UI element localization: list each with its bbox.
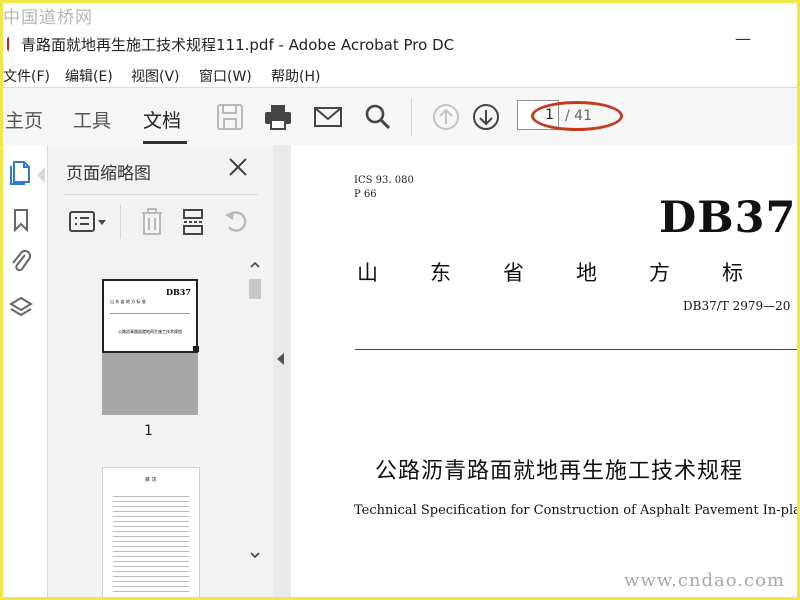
document-page: ICS 93. 080 P 66 DB37 山东省地方标 DB37/T 2979… bbox=[291, 145, 797, 597]
thumbnail-page-1-top: DB37 山 东 省 地 方 标 准 公路沥青路面就地再生施工技术规程 bbox=[102, 279, 198, 353]
window-title: 青路面就地再生施工技术规程111.pdf - Adobe Acrobat Pro… bbox=[21, 36, 455, 54]
thumb-std: 山 东 省 地 方 标 准 bbox=[110, 299, 146, 304]
title-bar: 青路面就地再生施工技术规程111.pdf - Adobe Acrobat Pro… bbox=[3, 29, 797, 59]
menu-edit[interactable]: 编辑(E) bbox=[65, 66, 113, 86]
minimize-button[interactable]: — bbox=[735, 29, 751, 48]
thumbnail-page-1[interactable]: DB37 山 东 省 地 方 标 准 公路沥青路面就地再生施工技术规程 bbox=[102, 279, 199, 415]
doc-rule bbox=[355, 349, 797, 350]
thumb2-toc-lines bbox=[113, 492, 189, 592]
pdf-icon bbox=[7, 37, 15, 51]
search-icon[interactable] bbox=[363, 102, 393, 132]
doc-title-cn: 公路沥青路面就地再生施工技术规程 bbox=[375, 459, 744, 484]
rotate-icon[interactable] bbox=[222, 207, 250, 237]
watermark-top: 中国道桥网 bbox=[3, 8, 93, 28]
thumb-code: DB37 bbox=[166, 287, 191, 297]
thumb-cn-title: 公路沥青路面就地再生施工技术规程 bbox=[118, 329, 182, 334]
annotation-ellipse bbox=[531, 101, 623, 131]
menu-file[interactable]: 文件(F) bbox=[3, 66, 50, 86]
toolbar: 主页 工具 文档 1 / 41 bbox=[3, 87, 797, 147]
watermark-bottom: www.cndao.com bbox=[624, 570, 785, 591]
doc-ics: ICS 93. 080 bbox=[354, 175, 414, 186]
panel-title: 页面缩略图 bbox=[66, 164, 151, 184]
app-window: 中国道桥网 青路面就地再生施工技术规程111.pdf - Adobe Acrob… bbox=[3, 3, 797, 597]
thumb-rule bbox=[110, 313, 190, 314]
menu-bar: 文件(F) 编辑(E) 视图(V) 窗口(W) 帮助(H) bbox=[3, 63, 797, 87]
thumb2-title: 目 次 bbox=[145, 477, 157, 483]
print-icon[interactable] bbox=[263, 102, 293, 132]
panel-tool-divider bbox=[120, 205, 121, 239]
active-tab-indicator bbox=[143, 141, 187, 144]
collapse-arrow-icon bbox=[277, 353, 284, 365]
thumbnail-page-number: 1 bbox=[144, 423, 153, 439]
doc-p: P 66 bbox=[354, 189, 377, 200]
email-icon[interactable] bbox=[313, 102, 343, 132]
panel-header-divider bbox=[64, 194, 258, 195]
page-up-icon[interactable] bbox=[431, 102, 461, 132]
tab-home[interactable]: 主页 bbox=[5, 106, 43, 133]
doc-title-en: Technical Specification for Construction… bbox=[354, 503, 797, 518]
options-menu-icon[interactable] bbox=[68, 207, 108, 237]
bookmark-icon[interactable] bbox=[9, 207, 33, 233]
save-icon[interactable] bbox=[215, 102, 245, 132]
thumbnail-scrollbar[interactable] bbox=[246, 257, 264, 563]
toolbar-divider bbox=[411, 98, 412, 136]
left-rail bbox=[3, 145, 47, 597]
doc-standard-number: DB37/T 2979—20 bbox=[683, 299, 791, 313]
menu-help[interactable]: 帮助(H) bbox=[271, 66, 320, 86]
thumbnail-panel: 页面缩略图 DB37 山 东 省 地 方 标 准 公路沥青路面就地再生施工技术规… bbox=[47, 145, 275, 597]
doc-standard-code: DB37 bbox=[659, 193, 797, 243]
tab-document[interactable]: 文档 bbox=[143, 106, 181, 133]
page-down-icon[interactable] bbox=[471, 102, 501, 132]
menu-window[interactable]: 窗口(W) bbox=[199, 66, 252, 86]
tab-tools[interactable]: 工具 bbox=[73, 106, 111, 133]
extract-pages-icon[interactable] bbox=[180, 207, 208, 237]
menu-view[interactable]: 视图(V) bbox=[131, 66, 180, 86]
page-thumbnails-icon[interactable] bbox=[9, 159, 33, 185]
attachment-icon[interactable] bbox=[9, 249, 33, 275]
close-icon[interactable] bbox=[226, 155, 250, 179]
delete-icon[interactable] bbox=[138, 207, 166, 237]
layers-icon[interactable] bbox=[9, 295, 33, 321]
panel-collapse-handle[interactable] bbox=[273, 145, 291, 597]
thumbnail-page-2[interactable]: 目 次 bbox=[102, 467, 200, 597]
thumbnail-selection-handle[interactable] bbox=[193, 346, 199, 352]
selected-pointer bbox=[37, 167, 45, 183]
doc-standard-type: 山东省地方标 bbox=[357, 261, 795, 285]
